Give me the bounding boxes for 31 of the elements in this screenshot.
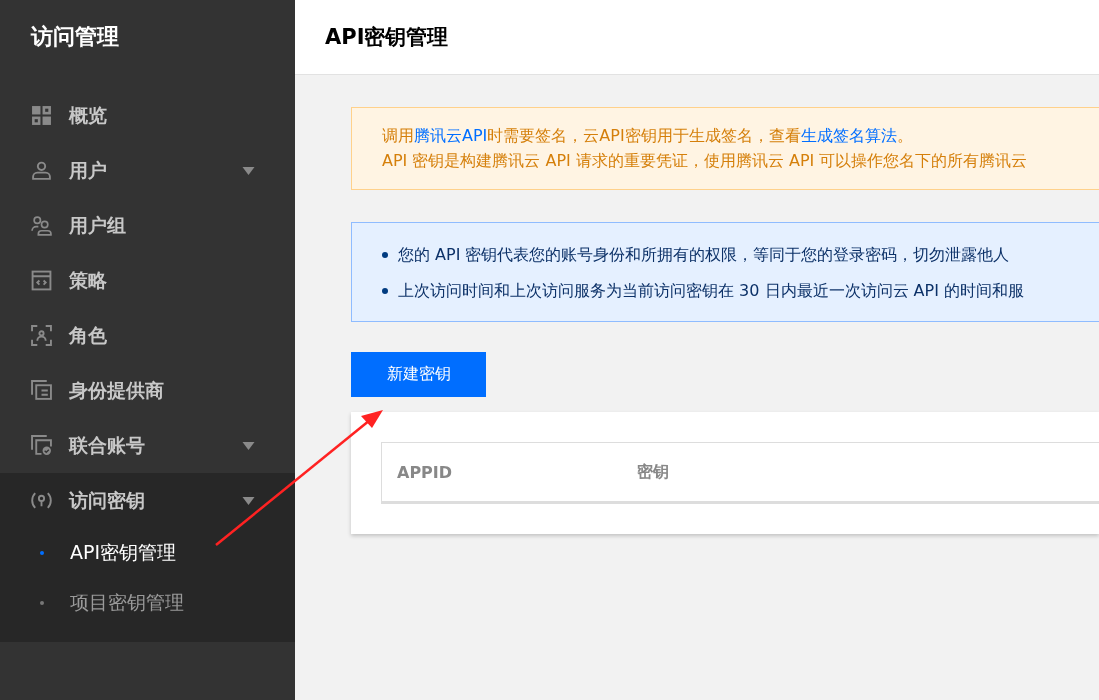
link[interactable]: 生成签名算法 [800, 126, 897, 145]
submenu-item[interactable]: API密钥管理 [0, 528, 295, 578]
notice-text: 调用腾讯云API时需要签名，云API密钥用于生成签名，查看生成签名算法。 [382, 125, 914, 147]
sidebar-item[interactable]: 角色 [0, 308, 295, 363]
person-icon [31, 160, 52, 181]
info-text: 您的 API 密钥代表您的账号身份和所拥有的权限，等同于您的登录密码，切勿泄露他人 [398, 244, 1010, 266]
grid-icon [31, 105, 52, 126]
sidebar-item[interactable]: 访问密钥 [0, 473, 295, 528]
column-header: APPID [397, 462, 454, 482]
submenu-item[interactable]: 项目密钥管理 [0, 578, 295, 628]
column-header: 密钥 [637, 461, 670, 483]
sidebar-title: 访问管理 [29, 23, 120, 51]
id-card-icon [31, 380, 52, 401]
key-icon [31, 490, 52, 511]
page-title: API密钥管理 [325, 24, 449, 51]
sidebar-item[interactable]: 概览 [0, 88, 295, 143]
people-icon [31, 215, 52, 236]
sidebar-item[interactable]: 策略 [0, 253, 295, 308]
bullet-icon [382, 288, 388, 294]
notice-text: API 密钥是构建腾讯云 API 请求的重要凭证，使用腾讯云 API 可以操作您名下的所有腾讯云 [382, 150, 1029, 172]
link[interactable]: 腾讯云API [414, 126, 488, 145]
sidebar-item[interactable]: 用户组 [0, 198, 295, 253]
sidebar-item[interactable]: 用户 [0, 143, 295, 198]
sidebar-item[interactable]: 身份提供商 [0, 363, 295, 418]
window-check-icon [31, 435, 52, 456]
sidebar-item[interactable]: 联合账号 [0, 418, 295, 473]
bullet-icon [382, 252, 388, 258]
info-text: 上次访问时间和上次访问服务为当前访问密钥在 30 日内最近一次访问云 API 的时间和服 [398, 280, 1024, 302]
create-key-button[interactable]: 新建密钥 [351, 352, 486, 397]
code-window-icon [31, 270, 52, 291]
person-frame-icon [31, 325, 52, 346]
